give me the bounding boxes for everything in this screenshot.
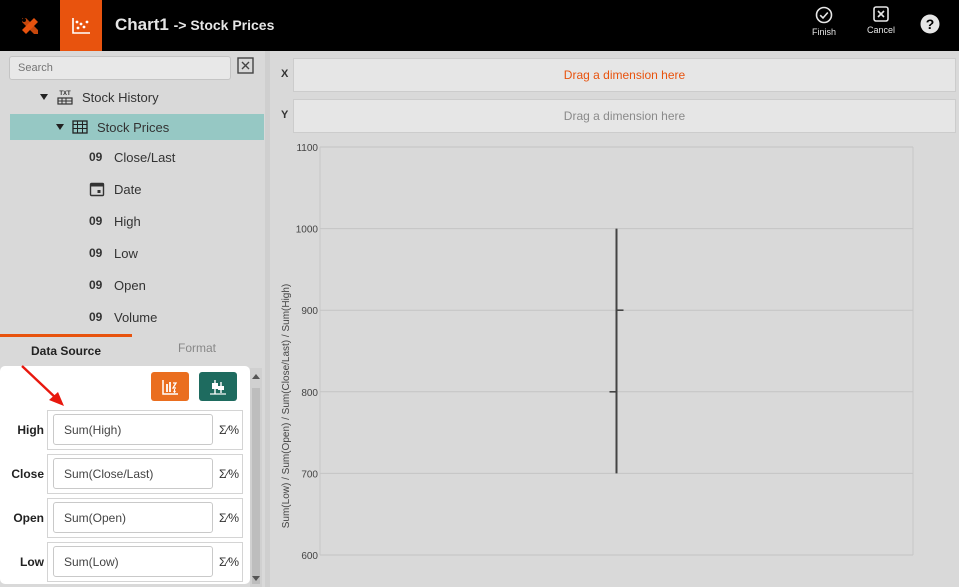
top-bar: Chart1 -> Stock Prices Finish Cancel ? bbox=[0, 0, 959, 51]
expand-toggle-icon[interactable] bbox=[56, 124, 64, 130]
field-item-volume[interactable]: 09 Volume bbox=[89, 304, 157, 330]
field-item-low[interactable]: 09 Low bbox=[89, 240, 138, 266]
tree-item-stock-history[interactable]: TXT Stock History bbox=[40, 84, 159, 110]
y-tick-label: 600 bbox=[301, 551, 318, 562]
numeric-type-icon: 09 bbox=[89, 278, 103, 292]
aggregate-function-icon[interactable]: Σ⁄% bbox=[219, 511, 239, 525]
open-field-input[interactable] bbox=[53, 502, 213, 533]
cancel-label: Cancel bbox=[866, 25, 895, 35]
chart-name: Chart1 bbox=[115, 15, 169, 34]
field-label: Date bbox=[114, 181, 142, 197]
tree-item-stock-prices[interactable]: Stock Prices bbox=[10, 114, 264, 140]
aggregate-function-icon[interactable]: Σ⁄% bbox=[219, 555, 239, 569]
y-tick-label: 1000 bbox=[296, 225, 319, 236]
scroll-down-arrow-icon[interactable] bbox=[252, 576, 260, 581]
candlestick-type-button[interactable] bbox=[199, 372, 237, 401]
aggregate-function-icon[interactable]: Σ⁄% bbox=[219, 467, 239, 481]
chart-mode-button[interactable] bbox=[60, 0, 102, 51]
y-tick-label: 700 bbox=[301, 469, 318, 480]
page-title: Chart1 -> Stock Prices bbox=[115, 15, 274, 35]
y-tick-label: 1100 bbox=[296, 143, 318, 154]
pointer-arrow-icon bbox=[21, 365, 64, 406]
close-field-input[interactable] bbox=[53, 458, 213, 489]
app-logo-icon[interactable] bbox=[0, 0, 60, 51]
scrollbar-thumb[interactable] bbox=[252, 388, 260, 584]
tab-format[interactable]: Format bbox=[178, 341, 216, 355]
txt-file-icon: TXT bbox=[57, 91, 73, 105]
tab-data-source[interactable]: Data Source bbox=[31, 344, 101, 358]
field-label-close: Close bbox=[11, 467, 44, 481]
candlestick-chart: 1100 1000 900 800 700 600 Sum(Low) / Sum(Open)… bbox=[281, 143, 914, 562]
y-dimension-dropzone[interactable]: Drag a dimension here bbox=[293, 99, 956, 133]
search-input[interactable] bbox=[9, 56, 231, 80]
low-field-input[interactable] bbox=[53, 546, 213, 577]
numeric-type-icon: 09 bbox=[89, 150, 103, 164]
field-label: Open bbox=[114, 277, 146, 293]
active-tab-indicator bbox=[0, 334, 132, 337]
field-label-open: Open bbox=[13, 511, 44, 525]
tree-item-label: Stock Prices bbox=[97, 119, 170, 135]
field-item-date[interactable]: Date bbox=[89, 176, 141, 202]
close-box-icon bbox=[873, 6, 889, 22]
field-label-high: High bbox=[17, 423, 44, 437]
numeric-type-icon: 09 bbox=[89, 310, 103, 324]
numeric-type-icon: 09 bbox=[89, 246, 103, 260]
field-item-high[interactable]: 09 High bbox=[89, 208, 141, 234]
tree-item-label: Stock History bbox=[82, 89, 159, 105]
candlestick-chart-icon bbox=[210, 379, 226, 395]
aggregate-function-icon[interactable]: Σ⁄% bbox=[219, 423, 239, 437]
table-icon bbox=[72, 120, 88, 134]
svg-text:TXT: TXT bbox=[59, 91, 71, 97]
check-circle-icon bbox=[815, 6, 833, 24]
x-axis-letter: X bbox=[281, 68, 289, 80]
finish-label: Finish bbox=[811, 27, 836, 37]
clear-search-icon[interactable] bbox=[237, 57, 254, 74]
cancel-button[interactable]: Cancel bbox=[862, 6, 900, 46]
numeric-type-icon: 09 bbox=[89, 214, 103, 228]
field-label: Low bbox=[114, 245, 138, 261]
high-field-input[interactable] bbox=[53, 414, 213, 445]
sort-button[interactable] bbox=[151, 372, 189, 401]
y-axis-letter: Y bbox=[281, 109, 289, 121]
help-icon[interactable]: ? bbox=[919, 13, 941, 35]
scatter-chart-icon bbox=[72, 17, 90, 34]
scroll-up-arrow-icon[interactable] bbox=[252, 374, 260, 379]
calendar-icon bbox=[89, 182, 105, 197]
x-dimension-dropzone[interactable]: Drag a dimension here bbox=[293, 58, 956, 92]
field-label-low: Low bbox=[20, 555, 44, 569]
field-label: Volume bbox=[114, 309, 158, 325]
sort-chart-icon bbox=[162, 379, 178, 395]
field-item-open[interactable]: 09 Open bbox=[89, 272, 146, 298]
chart-source: -> Stock Prices bbox=[173, 17, 275, 33]
field-label: High bbox=[114, 213, 141, 229]
svg-text:?: ? bbox=[926, 16, 935, 32]
expand-toggle-icon[interactable] bbox=[40, 94, 48, 100]
y-tick-label: 800 bbox=[301, 388, 318, 399]
y-axis-label: Sum(Low) / Sum(Open) / Sum(Close/Last) /… bbox=[281, 284, 292, 529]
finish-button[interactable]: Finish bbox=[806, 6, 842, 46]
field-item-close-last[interactable]: 09 Close/Last bbox=[89, 144, 175, 170]
y-tick-label: 900 bbox=[301, 306, 318, 317]
field-label: Close/Last bbox=[114, 149, 176, 165]
